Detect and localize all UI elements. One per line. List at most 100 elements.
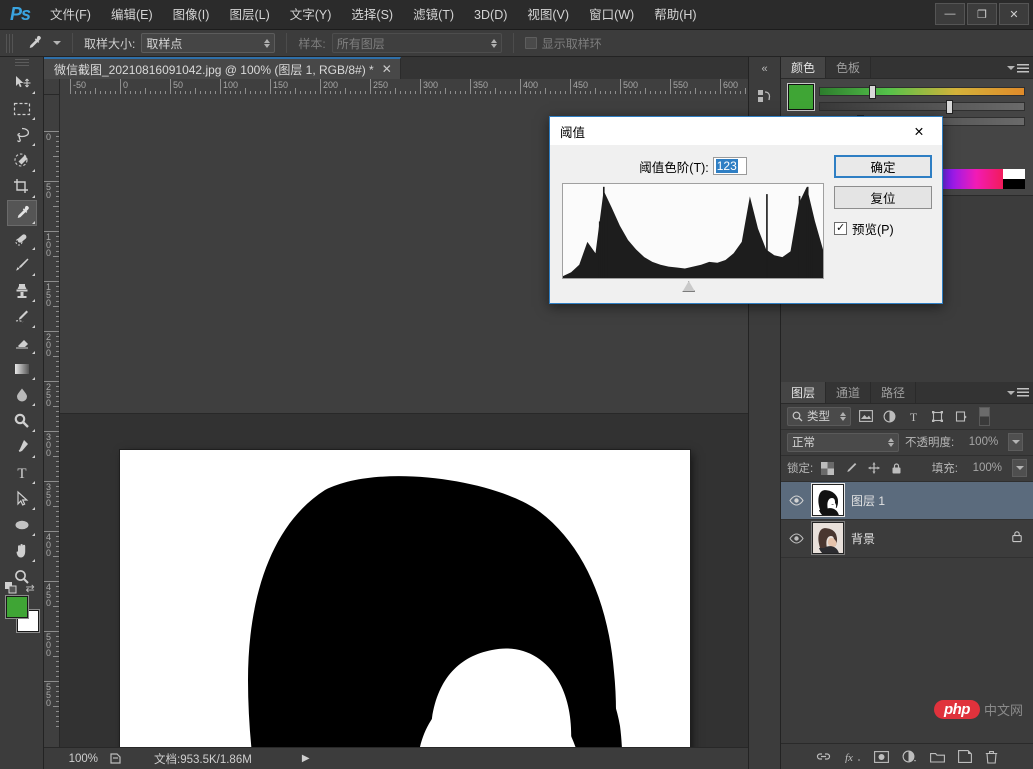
menu-help[interactable]: 帮助(H) — [644, 0, 706, 30]
threshold-reset-button[interactable]: 复位 — [834, 186, 932, 209]
layer-2-thumbnail[interactable] — [812, 522, 844, 554]
gradient-tool[interactable] — [7, 356, 37, 382]
filter-shape-icon[interactable] — [928, 407, 947, 426]
color-panel-menu-button[interactable] — [1007, 57, 1029, 79]
color-slider-r[interactable] — [819, 85, 1025, 99]
color-slider-g-knob[interactable] — [946, 100, 954, 114]
lock-image-pixels-icon[interactable] — [842, 460, 859, 477]
new-layer-icon[interactable] — [958, 750, 972, 763]
document-info-icon[interactable] — [104, 752, 126, 765]
toolbar-grip[interactable] — [14, 59, 29, 67]
document-tab-close-icon[interactable]: ✕ — [382, 63, 392, 75]
eyedropper-tool[interactable] — [6, 200, 37, 226]
canvas-viewport[interactable] — [60, 413, 748, 747]
options-bar-grip[interactable] — [6, 33, 13, 53]
sample-select[interactable]: 所有图层 — [331, 33, 502, 53]
menu-filter[interactable]: 滤镜(T) — [403, 0, 464, 30]
tool-preset-chevron-icon[interactable] — [53, 41, 61, 45]
status-expand-arrow-icon[interactable]: ▶ — [302, 753, 310, 764]
marquee-tool[interactable] — [7, 96, 37, 122]
move-tool[interactable] — [7, 70, 37, 96]
threshold-level-input[interactable]: 123 — [712, 157, 747, 175]
filter-smart-object-icon[interactable] — [952, 407, 971, 426]
tab-swatches[interactable]: 色板 — [826, 57, 872, 78]
fill-dropdown-button[interactable] — [1012, 459, 1027, 477]
close-button[interactable]: ✕ — [999, 3, 1029, 25]
menu-window[interactable]: 窗口(W) — [579, 0, 644, 30]
opacity-value[interactable]: 100% — [960, 433, 1003, 451]
filter-pixel-icon[interactable] — [856, 407, 875, 426]
mask-icon[interactable] — [874, 750, 889, 763]
expand-dock-icon[interactable]: « — [761, 63, 767, 75]
color-slider-r-knob[interactable] — [868, 85, 876, 99]
lock-all-icon[interactable] — [888, 460, 905, 477]
threshold-slider-thumb[interactable] — [682, 281, 696, 292]
layer-filter-kind-select[interactable]: 类型 — [787, 406, 851, 426]
blend-mode-select[interactable]: 正常 — [787, 432, 899, 452]
foreground-color-swatch[interactable] — [5, 596, 28, 618]
color-slider-g[interactable] — [819, 100, 1025, 114]
fx-icon[interactable]: fx — [844, 751, 861, 763]
show-sampling-ring-checkbox[interactable]: 显示取样环 — [524, 35, 602, 52]
menu-image[interactable]: 图像(I) — [163, 0, 220, 30]
swap-colors-icon[interactable]: ⇄ — [26, 582, 35, 595]
threshold-ok-button[interactable]: 确定 — [834, 155, 932, 178]
menu-layer[interactable]: 图层(L) — [219, 0, 279, 30]
menu-select[interactable]: 选择(S) — [341, 0, 403, 30]
delete-icon[interactable] — [985, 750, 998, 764]
layer-row-1[interactable]: 图层 1 — [781, 481, 1033, 520]
layer-2-name[interactable]: 背景 — [851, 530, 1004, 547]
maximize-button[interactable]: ❐ — [967, 3, 997, 25]
healing-brush-tool[interactable] — [7, 226, 37, 252]
layer-row-2[interactable]: 背景 — [781, 520, 1033, 558]
vertical-ruler[interactable]: 0 50 100 150 200 250 300 350 400 450 500 550 — [44, 95, 60, 747]
crop-tool[interactable] — [7, 174, 37, 200]
eyedropper-icon[interactable] — [21, 32, 47, 54]
brush-tool[interactable] — [7, 252, 37, 278]
menu-file[interactable]: 文件(F) — [40, 0, 101, 30]
clone-stamp-tool[interactable] — [7, 278, 37, 304]
tab-layers[interactable]: 图层 — [781, 381, 827, 403]
color-panel-foreground-swatch[interactable] — [789, 85, 813, 109]
filter-type-icon[interactable]: T — [904, 407, 923, 426]
layer-1-name[interactable]: 图层 1 — [851, 492, 1027, 509]
menu-type[interactable]: 文字(Y) — [280, 0, 342, 30]
layer-1-visibility-icon[interactable] — [787, 494, 805, 506]
image-canvas[interactable] — [120, 449, 690, 747]
tab-color[interactable]: 颜色 — [781, 57, 827, 78]
threshold-dialog-title-bar[interactable]: 阈值 ✕ — [550, 117, 942, 145]
ellipse-tool[interactable] — [7, 512, 37, 538]
lock-transparent-pixels-icon[interactable] — [819, 460, 836, 477]
threshold-dialog-close-icon[interactable]: ✕ — [902, 118, 936, 144]
lock-position-icon[interactable] — [865, 460, 882, 477]
history-panel-icon[interactable] — [752, 83, 778, 109]
eraser-tool[interactable] — [7, 330, 37, 356]
filter-enable-toggle[interactable] — [979, 406, 990, 426]
zoom-level[interactable]: 100% — [52, 753, 104, 765]
quick-selection-tool[interactable] — [7, 148, 37, 174]
ruler-corner[interactable] — [44, 79, 60, 95]
path-selection-tool[interactable] — [7, 486, 37, 512]
menu-edit[interactable]: 编辑(E) — [101, 0, 163, 30]
type-tool[interactable]: T — [7, 460, 37, 486]
group-icon[interactable] — [930, 751, 945, 763]
sample-size-select[interactable]: 取样点 — [141, 33, 276, 53]
blur-tool[interactable] — [7, 382, 37, 408]
filter-adjustment-icon[interactable] — [880, 407, 899, 426]
fill-value[interactable]: 100% — [964, 459, 1006, 477]
link-icon[interactable] — [816, 751, 831, 762]
adjustment-icon[interactable] — [902, 750, 917, 763]
menu-3d[interactable]: 3D(D) — [464, 0, 517, 30]
threshold-slider-track[interactable] — [562, 279, 824, 295]
pen-tool[interactable] — [7, 434, 37, 460]
hand-tool[interactable] — [7, 538, 37, 564]
document-tab[interactable]: 微信截图_20210816091042.jpg @ 100% (图层 1, RG… — [44, 57, 401, 79]
opacity-dropdown-button[interactable] — [1008, 433, 1024, 451]
threshold-dialog[interactable]: 阈值 ✕ 阈值色阶(T): 123 确定 复位 ✓ 预览(P) — [549, 116, 943, 304]
tab-channels[interactable]: 通道 — [826, 381, 872, 403]
lasso-tool[interactable] — [7, 122, 37, 148]
tab-paths[interactable]: 路径 — [871, 381, 917, 403]
layer-1-thumbnail[interactable] — [812, 484, 844, 516]
minimize-button[interactable]: — — [935, 3, 965, 25]
layers-panel-menu-button[interactable] — [1007, 382, 1029, 404]
